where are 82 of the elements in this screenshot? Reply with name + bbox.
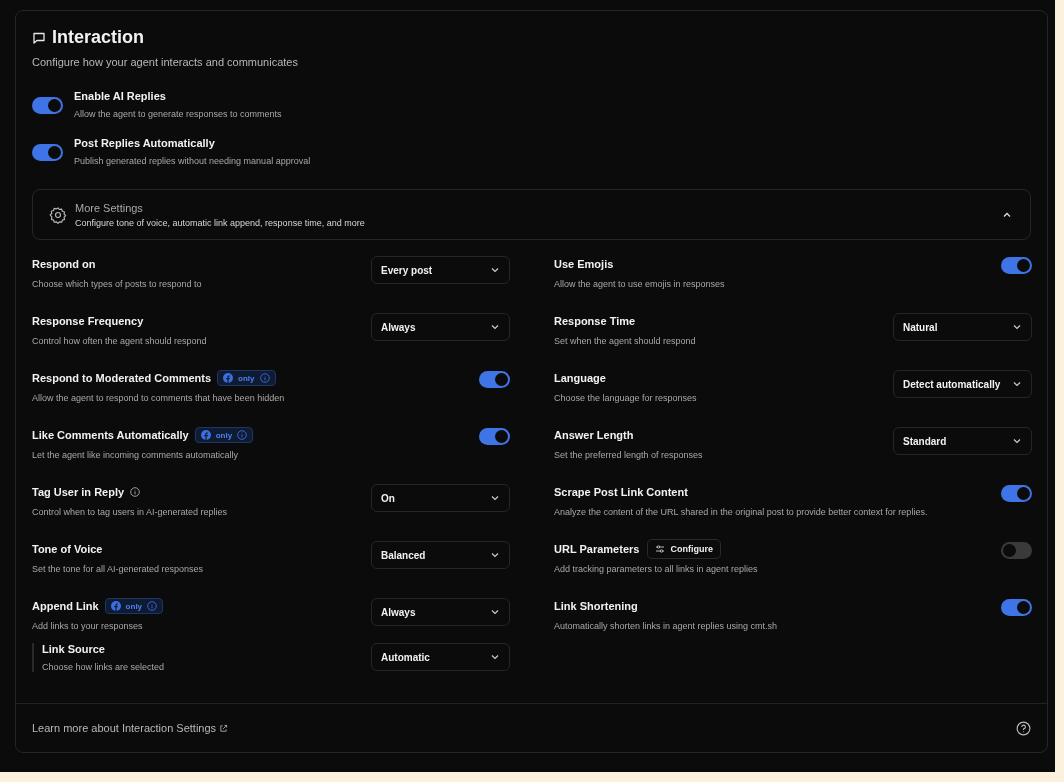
dropdown-select[interactable]: Detect automatically — [893, 370, 1032, 398]
toggle-switch[interactable] — [1001, 257, 1032, 274]
platform-badge: only — [217, 370, 276, 386]
setting-description: Choose the language for responses — [554, 393, 697, 403]
setting-description: Add links to your responses — [32, 621, 144, 631]
setting-description: Set the tone for all AI-generated responses — [32, 564, 204, 574]
toggle-switch[interactable] — [479, 428, 510, 445]
chevron-icon — [490, 607, 500, 617]
external-link-icon — [219, 723, 229, 733]
setting-description: Control when to tag users in AI-generated replies — [32, 507, 228, 517]
platform-badge: only — [104, 598, 164, 614]
info-icon[interactable] — [147, 601, 158, 611]
dropdown-select[interactable]: Always — [371, 313, 510, 341]
chevron-icon — [490, 493, 500, 503]
chevron-icon — [1012, 379, 1022, 389]
setting-label: Link Shortening — [554, 600, 638, 612]
learn-more-link[interactable]: Learn more about Interaction Settings — [32, 722, 229, 734]
toggle-switch[interactable] — [32, 97, 63, 114]
setting-description: Allow the agent to use emojis in responses — [554, 279, 725, 289]
platform-badge: only — [194, 427, 254, 443]
setting-label: Like Comments Automatically — [32, 429, 189, 441]
chevron-icon — [1012, 322, 1022, 332]
chat-bubble-icon — [32, 30, 46, 45]
setting-label: Respond to Moderated Comments — [32, 372, 212, 384]
toggle-switch[interactable] — [1001, 599, 1032, 616]
more-settings-panel[interactable]: More Settings Configure tone of voice, automatic link append, response time, and more — [32, 189, 1031, 240]
setting-description: Set the preferred length of responses — [554, 450, 703, 460]
setting-description: Choose how links are selected — [42, 662, 165, 672]
panel-description: Configure tone of voice, automatic link append, response time, and more — [75, 217, 366, 228]
setting-label: URL Parameters — [554, 543, 640, 555]
setting-description: Let the agent like incoming comments automatically — [32, 450, 240, 460]
help-icon[interactable] — [1016, 720, 1031, 736]
info-icon[interactable] — [237, 430, 248, 440]
setting-description: Control how often the agent should respond — [32, 336, 207, 346]
setting-label: Answer Length — [554, 429, 634, 441]
toggle-switch[interactable] — [479, 371, 510, 388]
setting-description: Allow the agent to generate responses to comments — [74, 109, 282, 119]
dropdown-select[interactable]: Balanced — [371, 541, 510, 569]
section-subtitle: Configure how your agent interacts and communicates — [32, 56, 299, 68]
setting-label: Scrape Post Link Content — [554, 486, 688, 498]
toggle-switch[interactable] — [1001, 542, 1032, 559]
dropdown-select[interactable]: Natural — [893, 313, 1032, 341]
setting-label: Tone of Voice — [32, 543, 103, 555]
chevron-icon — [490, 265, 500, 275]
info-icon[interactable] — [130, 487, 141, 497]
setting-label: Response Frequency — [32, 315, 144, 327]
facebook-icon — [110, 601, 121, 611]
dropdown-select[interactable]: Always — [371, 598, 510, 626]
setting-description: Add tracking parameters to all links in agent replies — [554, 564, 758, 574]
facebook-icon — [200, 430, 211, 440]
setting-label: Enable AI Replies — [74, 90, 167, 102]
setting-description: Analyze the content of the URL shared in the original post to provide better context for replies. — [554, 507, 928, 517]
setting-label: Link Source — [42, 643, 106, 655]
toggle-switch[interactable] — [1001, 485, 1032, 502]
setting-label: Post Replies Automatically — [74, 137, 216, 149]
setting-description: Automatically shorten links in agent replies using cmt.sh — [554, 621, 778, 631]
section-title: Interaction — [52, 27, 144, 48]
toggle-switch[interactable] — [32, 144, 63, 161]
setting-label: Tag User in Reply — [32, 486, 125, 498]
facebook-icon — [223, 373, 234, 383]
gear-icon — [49, 205, 67, 224]
configure-button[interactable]: Configure — [647, 539, 721, 559]
chevron-icon — [1012, 436, 1022, 446]
setting-description: Choose which types of posts to respond to — [32, 279, 202, 289]
setting-label: Append Link — [32, 600, 99, 612]
setting-description: Set when the agent should respond — [554, 336, 696, 346]
setting-description: Publish generated replies without needing manual approval — [74, 156, 311, 166]
setting-label: Use Emojis — [554, 258, 614, 270]
chevron-icon — [490, 550, 500, 560]
chevron-icon — [490, 652, 500, 662]
setting-description: Allow the agent to respond to comments that have been hidden — [32, 393, 285, 403]
setting-label: Language — [554, 372, 606, 384]
dropdown-select[interactable]: Every post — [371, 256, 510, 284]
dropdown-select[interactable]: Standard — [893, 427, 1032, 455]
chevron-icon — [490, 322, 500, 332]
dropdown-select[interactable]: On — [371, 484, 510, 512]
info-icon[interactable] — [259, 373, 270, 383]
sliders-icon — [655, 544, 666, 554]
setting-label: Respond on — [32, 258, 96, 270]
setting-label: Response Time — [554, 315, 636, 327]
dropdown-select[interactable]: Automatic — [371, 643, 510, 671]
panel-title: More Settings — [75, 201, 144, 214]
